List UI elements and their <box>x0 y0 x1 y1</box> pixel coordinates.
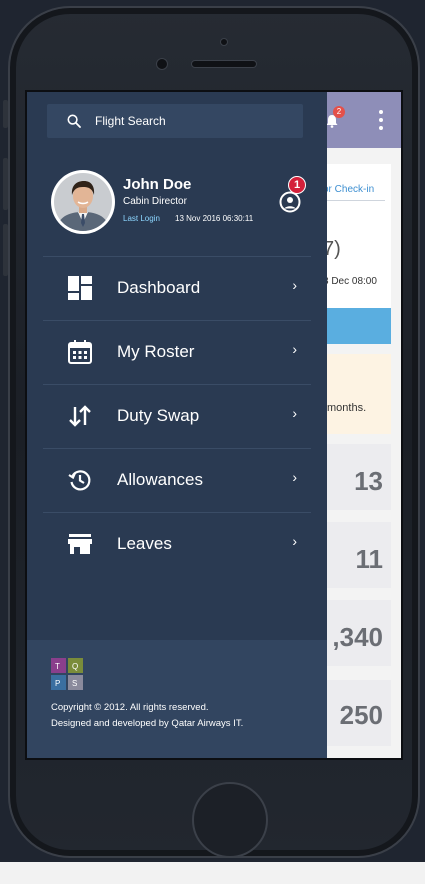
drawer-footer: T Q P S Copyright © 2012. All rights res… <box>27 640 327 758</box>
phone-screen: 2 or Check-in 7) 3 Dec 08:00 months. 13 … <box>25 90 403 760</box>
proximity-sensor <box>220 38 228 46</box>
avatar[interactable] <box>51 170 115 234</box>
dashboard-icon <box>68 276 92 300</box>
swap-icon <box>69 405 91 427</box>
menu-item-duty-swap[interactable]: Duty Swap › <box>43 384 311 446</box>
flight-search-field[interactable]: Flight Search <box>47 104 303 138</box>
front-camera <box>156 58 168 70</box>
notification-badge: 1 <box>288 176 306 194</box>
last-login-label: Last Login <box>123 214 160 223</box>
link-divider <box>323 200 385 201</box>
action-bar[interactable] <box>317 308 391 344</box>
menu-label: My Roster <box>117 342 195 361</box>
search-label: Flight Search <box>95 114 166 128</box>
stat-value: ,340 <box>332 622 383 652</box>
app-logo: T Q P S <box>51 658 83 690</box>
check-in-link[interactable]: or Check-in <box>323 184 374 195</box>
logo-letter-s: S <box>72 679 77 688</box>
flight-date: 3 Dec 08:00 <box>323 276 377 287</box>
navigation-drawer: Flight Search John Doe Cabin Director La… <box>27 92 327 758</box>
home-button[interactable] <box>192 782 268 858</box>
logo-letter-p: P <box>55 679 60 688</box>
chevron-right-icon: › <box>292 277 297 293</box>
chevron-right-icon: › <box>292 341 297 357</box>
stat-value: 13 <box>354 466 383 496</box>
notice-text: months. <box>327 402 367 414</box>
last-login-value: 13 Nov 2016 06:30:11 <box>175 214 254 223</box>
user-role: Cabin Director <box>123 196 187 207</box>
copyright-text: Copyright © 2012. All rights reserved. <box>51 702 209 713</box>
page-bottom <box>0 862 425 884</box>
more-options-icon[interactable] <box>379 110 383 130</box>
mute-switch <box>3 100 8 128</box>
menu-label: Allowances <box>117 470 203 489</box>
store-icon <box>68 534 92 554</box>
earpiece-speaker <box>191 60 257 68</box>
profile-photo <box>54 173 112 231</box>
menu-item-leaves[interactable]: Leaves › <box>43 512 311 574</box>
calendar-icon <box>68 340 92 364</box>
chevron-right-icon: › <box>292 405 297 421</box>
stat-value: 11 <box>355 544 384 574</box>
volume-up-button <box>3 158 8 210</box>
menu-item-my-roster[interactable]: My Roster › <box>43 320 311 382</box>
menu-label: Dashboard <box>117 278 201 297</box>
menu-label: Leaves <box>117 534 172 553</box>
volume-down-button <box>3 224 8 276</box>
search-icon <box>67 114 81 128</box>
menu-item-dashboard[interactable]: Dashboard › <box>43 256 311 318</box>
stat-value: 250 <box>339 700 383 730</box>
chevron-right-icon: › <box>292 533 297 549</box>
logo-letter-t: T <box>55 662 60 671</box>
logo-letter-q: Q <box>72 662 78 671</box>
header-badge: 2 <box>333 106 345 118</box>
notice-box <box>317 354 391 434</box>
developer-credit: Designed and developed by Qatar Airways … <box>51 718 244 729</box>
history-icon <box>68 470 91 491</box>
menu-item-allowances[interactable]: Allowances › <box>43 448 311 510</box>
user-name: John Doe <box>123 176 192 193</box>
menu-label: Duty Swap <box>117 406 200 425</box>
chevron-right-icon: › <box>292 469 297 485</box>
